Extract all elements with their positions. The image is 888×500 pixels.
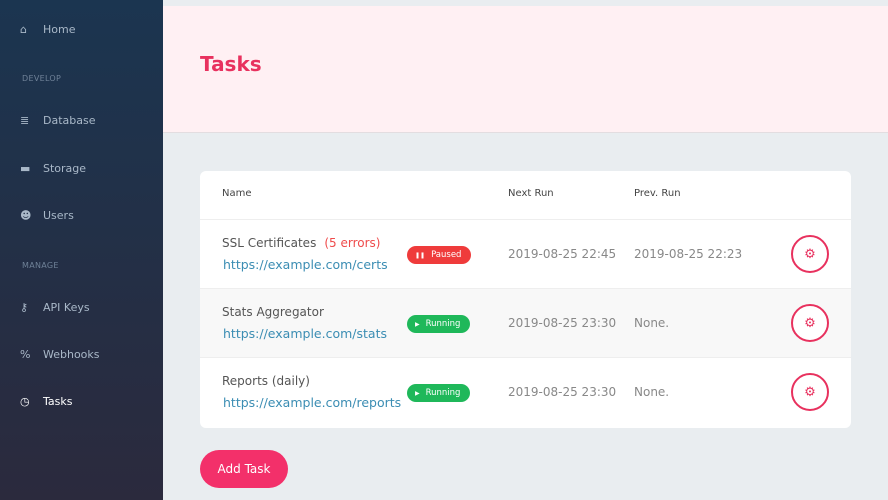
- table-row: Stats Aggregator https://example.com/sta…: [200, 288, 851, 358]
- prev-run: None.: [634, 385, 670, 399]
- task-name-text: Stats Aggregator: [222, 305, 324, 319]
- sidebar-item-label: API Keys: [43, 300, 90, 314]
- settings-button[interactable]: ⚙: [791, 373, 829, 411]
- key-icon: ⚷: [20, 300, 29, 314]
- folder-icon: ▬: [20, 161, 31, 175]
- task-name: Stats Aggregator: [222, 305, 332, 319]
- gear-icon: ⚙: [804, 246, 816, 262]
- sidebar-item-label: Storage: [43, 161, 87, 175]
- section-develop: DEVELOP: [22, 74, 62, 83]
- sidebar-item-storage[interactable]: ▬ Storage: [0, 158, 163, 178]
- prev-run: None.: [634, 316, 670, 330]
- gear-icon: ⚙: [804, 384, 816, 400]
- clock-icon: ◷: [20, 394, 30, 408]
- column-header-prev-run: Prev. Run: [634, 188, 681, 199]
- error-count[interactable]: (5 errors): [324, 236, 380, 250]
- sidebar-item-label: Tasks: [43, 394, 73, 408]
- task-url-link[interactable]: https://example.com/stats: [223, 326, 387, 341]
- task-url-link[interactable]: https://example.com/certs: [223, 257, 388, 272]
- pause-icon: ❚❚: [415, 251, 426, 259]
- database-icon: ≣: [20, 113, 30, 127]
- next-run: 2019-08-25 22:45: [508, 247, 617, 261]
- add-task-button[interactable]: Add Task: [200, 450, 288, 488]
- sidebar-item-label: Database: [43, 113, 96, 127]
- status-badge: ▶ Running: [407, 315, 471, 333]
- sidebar-item-users[interactable]: ☻ Users: [0, 205, 163, 225]
- status-label: Paused: [431, 250, 462, 260]
- next-run: 2019-08-25 23:30: [508, 385, 617, 399]
- page-title: Tasks: [200, 52, 262, 76]
- next-run: 2019-08-25 23:30: [508, 316, 617, 330]
- sidebar-item-label: Users: [43, 208, 74, 222]
- home-icon: ⌂: [20, 22, 27, 36]
- table-row: Reports (daily) https://example.com/repo…: [200, 357, 851, 427]
- webhook-icon: %: [20, 347, 31, 361]
- status-label: Running: [425, 319, 461, 329]
- users-icon: ☻: [20, 208, 32, 222]
- sidebar-item-database[interactable]: ≣ Database: [0, 110, 163, 130]
- settings-button[interactable]: ⚙: [791, 235, 829, 273]
- status-badge: ❚❚ Paused: [407, 246, 472, 264]
- sidebar-item-home[interactable]: ⌂ Home: [0, 19, 163, 39]
- sidebar-item-tasks[interactable]: ◷ Tasks: [0, 391, 163, 411]
- play-icon: ▶: [415, 389, 420, 397]
- task-url-link[interactable]: https://example.com/reports: [223, 395, 401, 410]
- gear-icon: ⚙: [804, 315, 816, 331]
- play-icon: ▶: [415, 320, 420, 328]
- task-name-text: SSL Certificates: [222, 236, 317, 250]
- column-header-next-run: Next Run: [508, 188, 554, 199]
- sidebar-item-label: Home: [43, 22, 76, 36]
- column-header-name: Name: [222, 188, 252, 199]
- sidebar-item-api-keys[interactable]: ⚷ API Keys: [0, 297, 163, 317]
- sidebar-item-label: Webhooks: [43, 347, 100, 361]
- task-name: SSL Certificates (5 errors): [222, 236, 380, 250]
- sidebar-item-webhooks[interactable]: % Webhooks: [0, 344, 163, 364]
- task-name-text: Reports (daily): [222, 374, 310, 388]
- status-badge: ▶ Running: [407, 384, 471, 402]
- sidebar: ⌂ Home DEVELOP ≣ Database ▬ Storage ☻ Users …: [0, 0, 163, 500]
- tasks-table: Name Next Run Prev. Run SSL Certificates…: [200, 171, 851, 428]
- page-header: Tasks: [163, 6, 888, 133]
- settings-button[interactable]: ⚙: [791, 304, 829, 342]
- section-manage: MANAGE: [22, 261, 59, 270]
- prev-run: 2019-08-25 22:23: [634, 247, 743, 261]
- status-label: Running: [425, 388, 461, 398]
- task-name: Reports (daily): [222, 374, 318, 388]
- table-row: SSL Certificates (5 errors) https://examp…: [200, 219, 851, 289]
